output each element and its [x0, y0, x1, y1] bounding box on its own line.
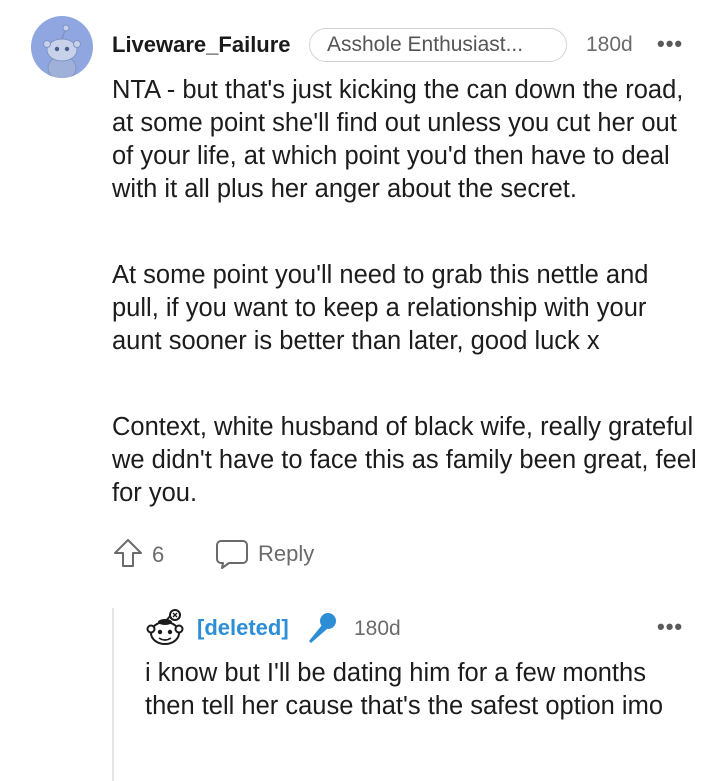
- snoo-avatar-icon: [43, 24, 81, 78]
- reply-text: i know but I'll be dating him for a few …: [145, 659, 664, 720]
- user-flair: Asshole Enthusiast...: [309, 28, 567, 62]
- user-avatar[interactable]: [31, 16, 93, 78]
- comment-age: 180d: [586, 33, 633, 56]
- comment-username[interactable]: Liveware_Failure: [112, 32, 291, 58]
- microphone-icon: [303, 610, 339, 646]
- snoo-avatar-icon: [146, 609, 184, 645]
- comment-paragraph: At some point you'll need to grab this n…: [112, 261, 649, 355]
- reply-more-options-icon[interactable]: •••: [657, 614, 683, 640]
- upvote-count: 6: [152, 542, 165, 567]
- thread-line[interactable]: [112, 608, 114, 781]
- comment-paragraph: NTA - but that's just kicking the can do…: [112, 76, 684, 203]
- deleted-user-avatar: [144, 608, 186, 650]
- comment-paragraph: Context, white husband of black wife, re…: [112, 413, 697, 507]
- reply-bubble-icon[interactable]: [215, 538, 249, 570]
- upvote-arrow-icon[interactable]: [112, 537, 144, 569]
- reply-age: 180d: [354, 617, 401, 640]
- reply-button[interactable]: Reply: [258, 541, 314, 567]
- reply-username: [deleted]: [197, 615, 289, 640]
- more-options-icon[interactable]: •••: [657, 31, 683, 57]
